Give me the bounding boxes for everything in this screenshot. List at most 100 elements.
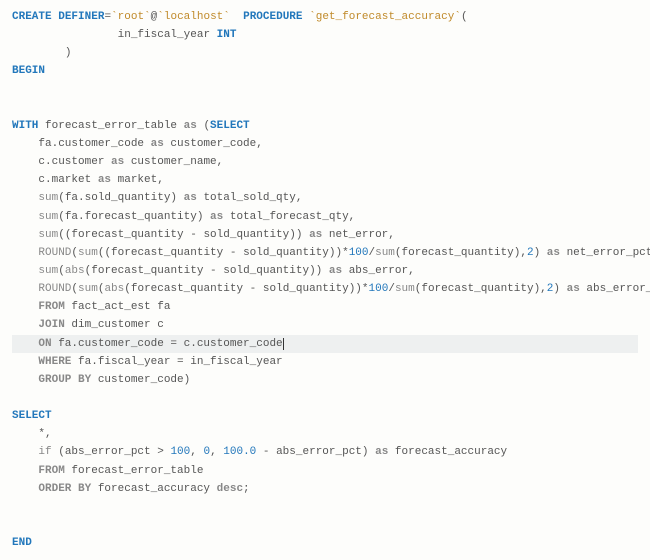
code-line: sum((forecast_quantity - sold_quantity))… <box>12 226 638 244</box>
code-line: c.customer as customer_name, <box>12 153 638 171</box>
comma: , <box>210 446 223 458</box>
cte-name: forecast_error_table <box>45 120 184 132</box>
fn-sum: sum <box>78 283 98 295</box>
fn-abs: abs <box>104 283 124 295</box>
kw-with: WITH <box>12 120 38 132</box>
column: c.customer <box>38 156 111 168</box>
kw-create: CREATE <box>12 11 52 23</box>
code-line: in_fiscal_year INT <box>12 26 638 44</box>
fn-sum: sum <box>38 265 58 277</box>
code-line: WHERE fa.fiscal_year = in_fiscal_year <box>12 353 638 371</box>
indent <box>12 356 38 368</box>
bt-localhost: `localhost` <box>157 11 230 23</box>
kw-as: as <box>329 265 342 277</box>
code-line: sum(abs(forecast_quantity - sold_quantit… <box>12 262 638 280</box>
kw-procedure: PROCEDURE <box>243 11 302 23</box>
param-name: in_fiscal_year <box>118 29 217 41</box>
indent <box>12 174 38 186</box>
code-line: *, <box>12 425 638 443</box>
kw-as: as <box>375 446 388 458</box>
fn-sum: sum <box>78 247 98 259</box>
indent <box>12 211 38 223</box>
args: (forecast_quantity - sold_quantity))* <box>124 283 368 295</box>
table: fact_act_est fa <box>65 301 171 313</box>
indent <box>12 483 38 495</box>
blank-line <box>12 498 638 516</box>
column: c.market <box>38 174 97 186</box>
text-cursor <box>283 338 284 350</box>
star: *, <box>38 428 51 440</box>
kw-groupby: GROUP BY <box>38 374 91 386</box>
indent <box>12 138 38 150</box>
kw-select: SELECT <box>210 120 250 132</box>
fn-abs: abs <box>65 265 85 277</box>
kw-as: as <box>98 174 111 186</box>
paren: ( <box>461 11 468 23</box>
indent <box>12 283 38 295</box>
alias: total_forecast_qty, <box>223 211 355 223</box>
op-div: / <box>388 283 395 295</box>
code-line: c.market as market, <box>12 171 638 189</box>
fn-if: if <box>38 446 51 458</box>
blank-line <box>12 99 638 117</box>
blank-line <box>12 81 638 99</box>
args: (forecast_quantity - sold_quantity)) <box>85 265 329 277</box>
indent <box>12 229 38 241</box>
kw-on: ON <box>38 338 51 350</box>
fn-sum: sum <box>38 192 58 204</box>
code-line-highlighted: ON fa.customer_code = c.customer_code <box>12 335 638 353</box>
kw-as: as <box>151 138 164 150</box>
fn-sum: sum <box>375 247 395 259</box>
indent <box>12 192 38 204</box>
alias: customer_name, <box>124 156 223 168</box>
kw-end: END <box>12 537 32 549</box>
code-line: ORDER BY forecast_accuracy desc; <box>12 480 638 498</box>
code-line: END <box>12 534 638 552</box>
code-line: CREATE DEFINER=`root`@`localhost` PROCED… <box>12 8 638 26</box>
num: 100 <box>170 446 190 458</box>
code-line: JOIN dim_customer c <box>12 316 638 334</box>
kw-select: SELECT <box>12 410 52 422</box>
kw-from: FROM <box>38 301 64 313</box>
code-editor[interactable]: CREATE DEFINER=`root`@`localhost` PROCED… <box>12 8 638 552</box>
alias: net_error_pct, <box>560 247 650 259</box>
code-line: SELECT <box>12 407 638 425</box>
alias: abs_error_pct <box>580 283 650 295</box>
space <box>230 11 243 23</box>
bt-root: `root` <box>111 11 151 23</box>
fn-sum: sum <box>38 211 58 223</box>
args: (forecast_quantity), <box>395 247 527 259</box>
code-line: ROUND(sum((forecast_quantity - sold_quan… <box>12 244 638 262</box>
indent <box>12 428 38 440</box>
kw-as: as <box>309 229 322 241</box>
code-line: fa.customer_code as customer_code, <box>12 135 638 153</box>
semicolon: ; <box>243 483 250 495</box>
alias: abs_error, <box>342 265 415 277</box>
num: 100 <box>349 247 369 259</box>
args: (abs_error_pct > <box>58 446 170 458</box>
bt-procname: `get_forecast_accuracy` <box>309 11 461 23</box>
kw-as: as <box>547 247 560 259</box>
alias: customer_code, <box>164 138 263 150</box>
alias: net_error, <box>322 229 395 241</box>
code-line: sum(fa.forecast_quantity) as total_forec… <box>12 208 638 226</box>
code-line: ) <box>12 44 638 62</box>
paren: ) <box>65 47 72 59</box>
paren: ) <box>553 283 566 295</box>
indent <box>12 465 38 477</box>
kw-as: as <box>567 283 580 295</box>
indent <box>12 29 118 41</box>
kw-join: JOIN <box>38 319 64 331</box>
fn-round: ROUND <box>38 247 71 259</box>
kw-as: as <box>111 156 124 168</box>
kw-desc: desc <box>217 483 243 495</box>
code-line: FROM fact_act_est fa <box>12 298 638 316</box>
num: 2 <box>527 247 534 259</box>
comma: , <box>190 446 203 458</box>
table: dim_customer c <box>65 319 164 331</box>
code-line: BEGIN <box>12 62 638 80</box>
indent <box>12 338 38 350</box>
fn-sum: sum <box>395 283 415 295</box>
kw-from: FROM <box>38 465 64 477</box>
alias: forecast_accuracy <box>388 446 507 458</box>
